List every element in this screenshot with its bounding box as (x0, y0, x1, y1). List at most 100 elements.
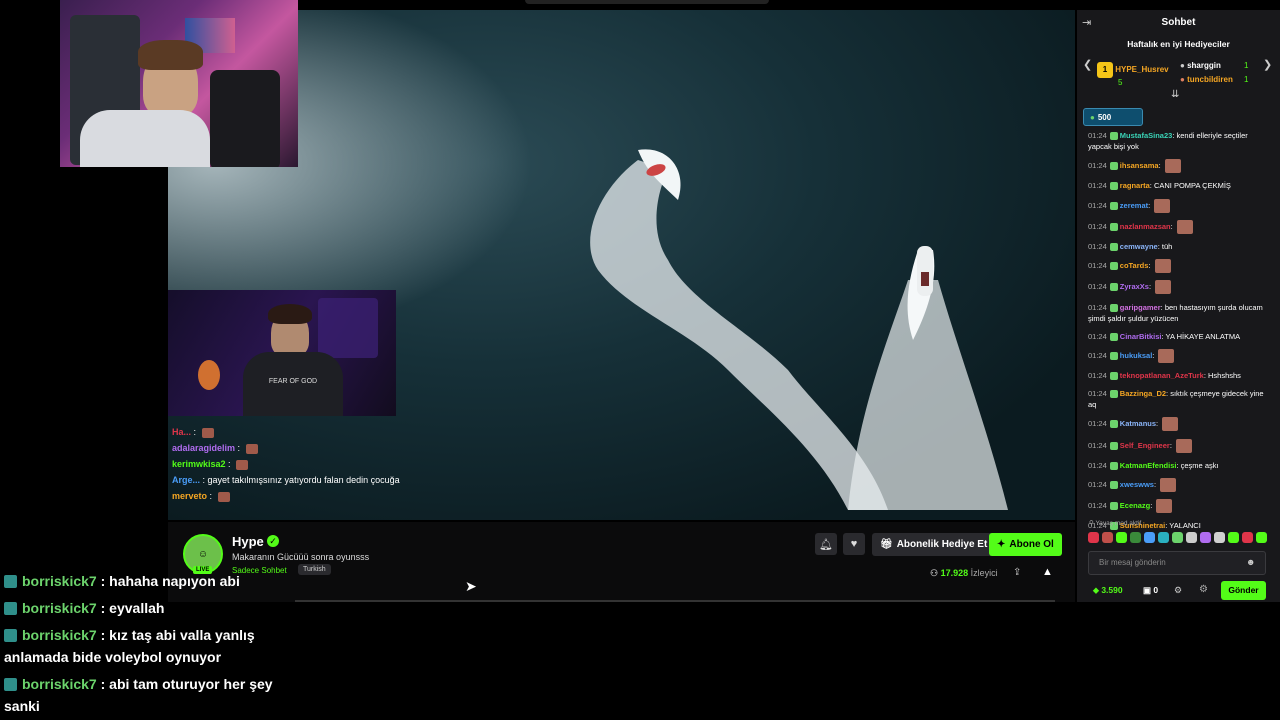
overlay-nick: adalaragidelim (172, 443, 236, 453)
bell-icon: 🔔︎ (819, 538, 833, 551)
guest-shirt: FEAR OF GOD (243, 352, 343, 416)
chat-message: 01:24 garipgamer: ben hastasıyım şurda ol… (1088, 302, 1270, 324)
message-username[interactable]: Self_Engineer (1120, 441, 1170, 450)
message-username[interactable]: ihsansama (1120, 161, 1159, 170)
heart-icon: ♥ (850, 538, 858, 550)
message-username[interactable]: Bazzinga_D2 (1120, 389, 1166, 398)
message-username[interactable]: zeremat (1120, 201, 1148, 210)
gifter-count: 1 (1244, 61, 1249, 70)
overlay-nick: Ha... (172, 427, 192, 437)
viewer-number: 17.928 (940, 568, 969, 578)
message-text: Hshshshs (1208, 371, 1241, 381)
overlay-nick: merveto (172, 491, 208, 501)
emote-icon (217, 491, 230, 502)
overlay-nick: Arge... (172, 475, 201, 485)
emote-icon (1156, 499, 1173, 514)
message-username[interactable]: teknopatlanan_AzeTurk (1120, 371, 1204, 380)
channel-points-value: 3.590 (1101, 585, 1123, 595)
chevron-right-icon[interactable]: ❯ (1263, 58, 1272, 71)
chat-message-input[interactable]: Bir mesaj gönderin (1088, 551, 1266, 575)
chat-message: 01:24 ZyraxXs: (1088, 280, 1270, 295)
points-badge[interactable]: ● 500 (1083, 108, 1143, 126)
viewers-icon: ⚇ (930, 568, 941, 578)
message-username[interactable]: ragnarta (1120, 181, 1150, 190)
message-username[interactable]: cemwayne (1120, 242, 1158, 251)
message-text: YALANCI (1169, 521, 1201, 531)
message-username[interactable]: coTards (1120, 261, 1149, 270)
emote-icon[interactable] (1228, 532, 1239, 543)
top-gifter-1[interactable]: 1 HYPE_Husrev 5 (1097, 62, 1169, 87)
message-separator: : (1148, 261, 1153, 271)
emote-icon[interactable] (1214, 532, 1225, 543)
message-username[interactable]: nazlanmazsan (1120, 222, 1171, 231)
user-badge-icon (1109, 481, 1118, 489)
message-separator: : (1148, 200, 1153, 210)
overlay-chat-row: Arge... : gayet takılmışsınız yatıyordu … (172, 475, 400, 485)
toy-figure (198, 360, 220, 390)
user-badge-icon (1109, 420, 1118, 429)
emote-icon[interactable] (1256, 532, 1267, 543)
emote-icon[interactable] (1116, 532, 1127, 543)
emote-icon (1176, 219, 1193, 234)
message-timestamp: 01:24 (1088, 371, 1107, 381)
message-username[interactable]: Katmanus (1120, 419, 1156, 428)
verified-icon: ✓ (267, 535, 279, 547)
guest-hair (268, 304, 312, 324)
gift-subscription-button[interactable]: 🎁︎ Abonelik Hediye Et (872, 533, 996, 556)
gifter-count: 1 (1244, 75, 1249, 84)
message-username[interactable]: hukuksal (1120, 351, 1153, 360)
user-badge-icon (1109, 262, 1118, 271)
emote-icon[interactable] (1144, 532, 1155, 543)
emoji-picker-icon[interactable]: ☻ (1246, 557, 1255, 567)
chat-message: 01:24 xweswws: (1088, 478, 1270, 492)
emote-icon (1164, 159, 1181, 174)
gift-count[interactable]: ▣ 0 (1143, 585, 1158, 596)
streamer-hair (138, 40, 203, 70)
mod-tools-icon[interactable]: ⚙ (1199, 584, 1208, 595)
chat-message: 01:24 KatmanEfendisi: çeşme aşkı (1088, 460, 1270, 471)
chat-nick: borriskick7 (22, 600, 97, 616)
top-gifter-3[interactable]: ● tuncbildiren 1 (1180, 75, 1248, 84)
emote-icon[interactable] (1186, 532, 1197, 543)
emote-icon[interactable] (1158, 532, 1169, 543)
message-username[interactable]: KatmanEfendisi (1120, 461, 1177, 470)
emote-icon[interactable] (1102, 532, 1113, 543)
emote-icon[interactable] (1242, 532, 1253, 543)
send-button[interactable]: Gönder (1221, 581, 1266, 600)
report-icon[interactable]: ▲ (1042, 566, 1053, 578)
message-username[interactable]: MustafaSina23 (1120, 131, 1173, 140)
streamer-name[interactable]: Hype (232, 534, 264, 549)
emote-icon[interactable] (1172, 532, 1183, 543)
message-username[interactable]: Ecenazg (1120, 501, 1150, 510)
gift-subscription-label: Abonelik Hediye Et (896, 539, 988, 550)
message-timestamp: 01:24 (1088, 389, 1107, 399)
gift-icon: 🎁︎ (880, 539, 893, 550)
slow-mode-notice: ⚲ Yavaş mod aktif (1089, 519, 1141, 527)
message-username[interactable]: CinarBitkisi (1120, 332, 1162, 341)
pin-expand-icon[interactable]: ⇊ (1171, 89, 1179, 100)
emote-icon[interactable] (1088, 532, 1099, 543)
bottom-chat-overlay: borriskick7 : hahaha napıyon abi borrisk… (4, 570, 304, 717)
viewer-count: ⚇ 17.928 İzleyici (930, 568, 998, 579)
chat-message: 01:24 coTards: (1088, 259, 1270, 274)
subscribe-button[interactable]: ✦ Abone Ol (989, 533, 1062, 556)
gear-icon[interactable]: ⚙ (1174, 585, 1182, 596)
message-username[interactable]: garipgamer (1120, 303, 1161, 312)
message-text: çeşme aşkı (1180, 460, 1219, 470)
channel-points[interactable]: ⬥ 3.590 (1093, 585, 1123, 596)
message-timestamp: 01:24 (1088, 161, 1107, 171)
gifter-count: 5 (1118, 78, 1123, 87)
top-gifter-2[interactable]: ● sharggin 1 (1180, 61, 1248, 70)
divider (295, 600, 1055, 602)
emote-icon[interactable] (1130, 532, 1141, 543)
chevron-left-icon[interactable]: ❮ (1083, 58, 1092, 71)
share-icon[interactable]: ⇪ (1013, 567, 1021, 578)
emote-icon[interactable] (1200, 532, 1211, 543)
follow-button[interactable]: ♥ (843, 533, 865, 555)
message-username[interactable]: ZyraxXs (1120, 282, 1149, 291)
user-badge-icon (1109, 222, 1118, 231)
notification-bell-button[interactable]: 🔔︎ (815, 533, 837, 555)
emote-icon (1160, 478, 1177, 492)
emote-quickbar[interactable] (1088, 532, 1268, 548)
message-username[interactable]: xweswws (1120, 480, 1154, 489)
